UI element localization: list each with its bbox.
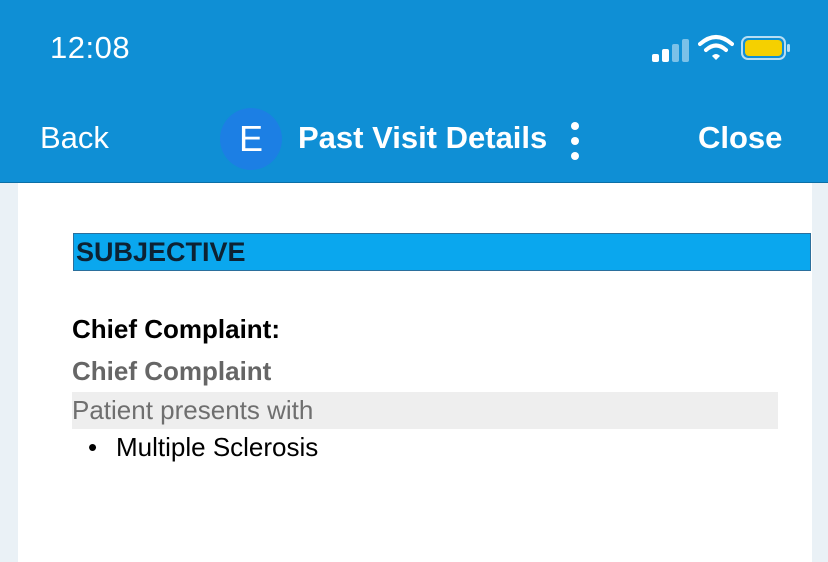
bullet-icon: •: [88, 432, 98, 462]
section-title: SUBJECTIVE: [76, 237, 246, 267]
chief-complaint-heading: Chief Complaint: [72, 356, 272, 386]
page-title: Past Visit Details: [298, 120, 548, 155]
battery-icon: [741, 36, 790, 60]
close-button[interactable]: Close: [698, 120, 782, 156]
more-options-icon[interactable]: [568, 122, 582, 160]
status-time: 12:08: [50, 30, 131, 65]
back-button[interactable]: Back: [40, 120, 109, 156]
top-bar: 12:08 Back E Past Visit Details Close: [0, 0, 828, 183]
wifi-icon: [698, 35, 734, 60]
chief-complaint-label: Chief Complaint:: [72, 314, 280, 344]
list-item: Multiple Sclerosis: [116, 432, 319, 462]
section-header-subjective: SUBJECTIVE: [73, 233, 811, 271]
complaint-intro-text: Patient presents with: [72, 392, 778, 429]
avatar[interactable]: E: [220, 108, 282, 170]
cellular-signal-icon: [652, 38, 690, 62]
